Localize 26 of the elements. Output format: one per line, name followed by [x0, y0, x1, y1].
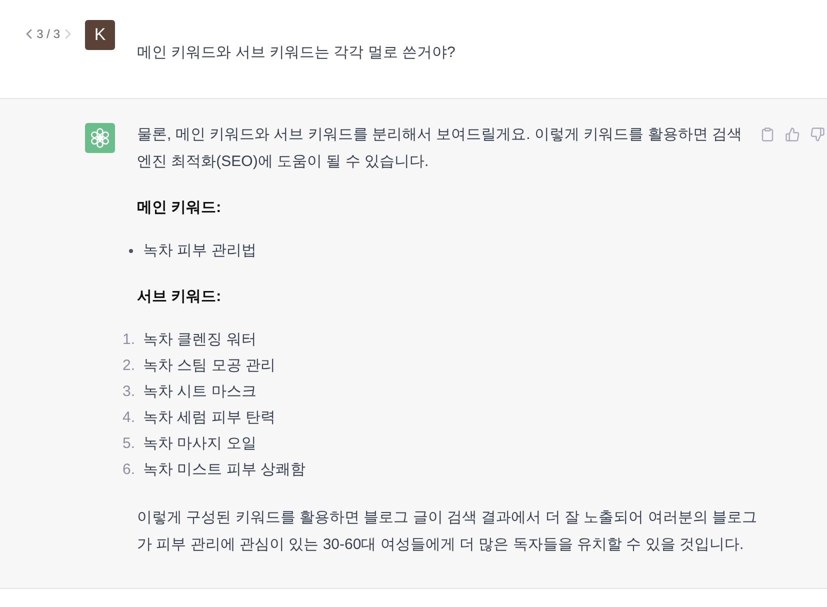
list-item: 녹차 미스트 피부 상쾌함: [143, 460, 306, 480]
user-message: 메인 키워드와 서브 키워드는 각각 멀로 쓴거야?: [137, 43, 456, 63]
list-number: 1.: [122, 330, 135, 350]
pager-count: 3 / 3: [36, 26, 60, 42]
list-number: 5.: [122, 434, 135, 454]
list-item: 녹차 세럼 피부 탄력: [143, 408, 276, 428]
knot-logo-icon: [85, 123, 115, 153]
user-avatar: K: [85, 20, 115, 50]
list-item: 녹차 마사지 오일: [143, 434, 256, 454]
list-item: 녹차 스팀 모공 관리: [143, 356, 276, 376]
list-number: 3.: [122, 382, 135, 402]
section-heading: 서브 키워드:: [137, 287, 222, 307]
bullet-icon: [129, 249, 133, 253]
list-item: 녹차 시트 마스크: [143, 382, 256, 402]
list-item: 녹차 클렌징 워터: [143, 330, 256, 350]
section-heading: 메인 키워드:: [137, 198, 222, 218]
thumbs-down-icon[interactable]: [810, 127, 825, 142]
list-item: 녹차 피부 관리법: [143, 241, 256, 261]
clipboard-icon[interactable]: [760, 127, 775, 142]
response-paragraph: 물론, 메인 키워드와 서브 키워드를 분리해서 보여드릴게요. 이렇게 키워드를 활용하면 검색 엔진 최적화(SEO)에 도움이 될 수 있습니다.: [137, 125, 744, 172]
list-number: 4.: [122, 408, 135, 428]
thumbs-up-icon[interactable]: [785, 127, 800, 142]
chevron-left-icon[interactable]: [24, 29, 33, 39]
list-number: 6.: [122, 460, 135, 480]
list-number: 2.: [122, 356, 135, 376]
response-paragraph: 이렇게 구성된 키워드를 활용하면 블로그 글이 검색 결과에서 더 잘 노출되어 여러분의 블로그가 피부 관리에 관심이 있는 30-60대 여성들에게 더 많은 독자들을 유치할 수 있을 것입니다.: [137, 508, 758, 555]
